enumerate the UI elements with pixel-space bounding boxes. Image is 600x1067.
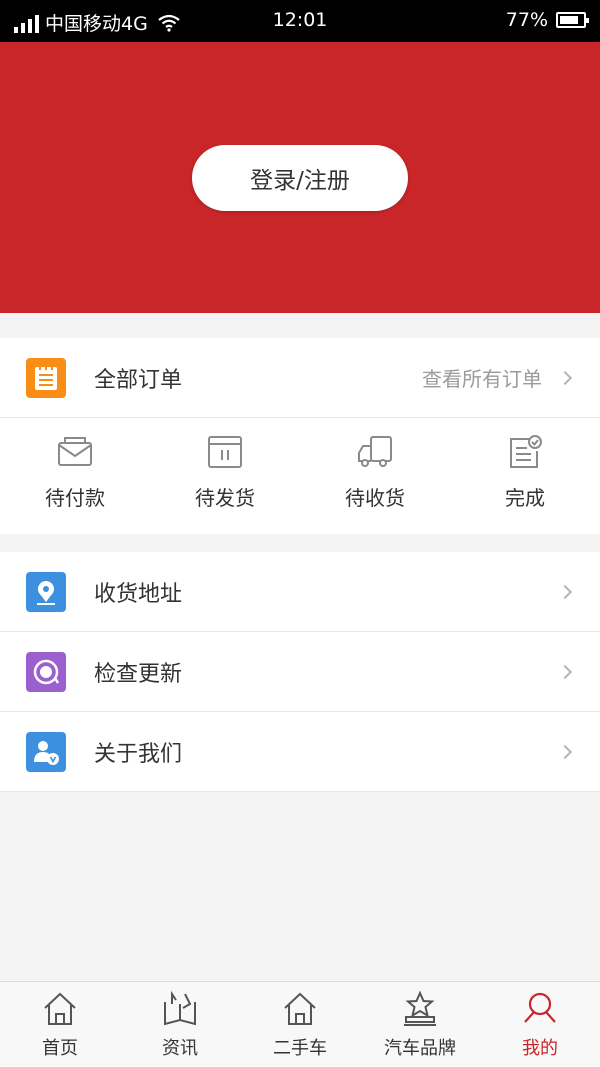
nav-item-used-car[interactable]: 二手车 bbox=[240, 982, 360, 1067]
all-orders-row[interactable]: 全部订单 查看所有订单 bbox=[0, 338, 600, 418]
profile-header: 登录/注册 bbox=[0, 42, 600, 313]
chevron-right-icon bbox=[557, 584, 573, 599]
truck-icon bbox=[358, 436, 392, 467]
bottom-nav: 首页 资讯 二手车 汽车品牌 我的 bbox=[0, 981, 600, 1067]
location-pin-icon bbox=[26, 571, 66, 612]
status-right: 77% bbox=[505, 9, 589, 31]
user-v-icon bbox=[26, 731, 66, 772]
completed-doc-icon bbox=[510, 435, 542, 468]
menu-item-address[interactable]: 收货地址 bbox=[0, 552, 600, 632]
chevron-right-icon bbox=[557, 370, 573, 385]
status-pending-shipment[interactable]: 待发货 bbox=[150, 418, 300, 533]
news-icon bbox=[164, 990, 196, 1026]
battery-icon bbox=[556, 12, 589, 28]
nav-label: 二手车 bbox=[273, 1038, 327, 1059]
brand-star-icon bbox=[404, 990, 436, 1026]
menu-item-about-us[interactable]: 关于我们 bbox=[0, 712, 600, 792]
order-list-icon bbox=[26, 357, 66, 398]
nav-label: 资讯 bbox=[162, 1038, 198, 1059]
order-status-row: 待付款 待发货 待收货 完成 bbox=[0, 418, 600, 533]
orders-card: 全部订单 查看所有订单 待付款 待发货 待收货 完成 bbox=[0, 338, 600, 534]
status-label: 待收货 bbox=[345, 486, 405, 510]
status-completed[interactable]: 完成 bbox=[450, 418, 600, 533]
nav-item-news[interactable]: 资讯 bbox=[120, 982, 240, 1067]
login-register-button[interactable]: 登录/注册 bbox=[192, 145, 408, 211]
status-label: 完成 bbox=[505, 486, 545, 510]
status-label: 待发货 bbox=[195, 486, 255, 510]
status-label: 待付款 bbox=[45, 486, 105, 510]
envelope-icon bbox=[58, 437, 92, 466]
used-car-icon bbox=[284, 992, 316, 1025]
nav-item-mine[interactable]: 我的 bbox=[480, 982, 600, 1067]
status-pending-payment[interactable]: 待付款 bbox=[0, 418, 150, 533]
nav-item-car-brands[interactable]: 汽车品牌 bbox=[360, 982, 480, 1067]
profile-icon bbox=[524, 992, 556, 1023]
status-pending-receipt[interactable]: 待收货 bbox=[300, 418, 450, 533]
chevron-right-icon bbox=[557, 664, 573, 679]
refresh-icon bbox=[26, 651, 66, 692]
box-icon bbox=[208, 436, 242, 468]
nav-label: 首页 bbox=[42, 1038, 78, 1059]
chevron-right-icon bbox=[557, 744, 573, 759]
menu-item-label: 检查更新 bbox=[94, 661, 183, 687]
nav-label: 我的 bbox=[522, 1038, 558, 1059]
status-bar: 中国移动4G 12:01 77% bbox=[0, 0, 600, 42]
menu-item-check-update[interactable]: 检查更新 bbox=[0, 632, 600, 712]
nav-item-home[interactable]: 首页 bbox=[0, 982, 120, 1067]
home-icon bbox=[44, 992, 76, 1025]
settings-menu: 收货地址 检查更新 关于我们 bbox=[0, 552, 600, 792]
all-orders-title: 全部订单 bbox=[94, 367, 183, 393]
nav-label: 汽车品牌 bbox=[384, 1038, 456, 1059]
view-all-orders-link[interactable]: 查看所有订单 bbox=[422, 363, 542, 392]
battery-percent: 77% bbox=[505, 9, 548, 31]
menu-item-label: 收货地址 bbox=[94, 581, 183, 607]
menu-item-label: 关于我们 bbox=[94, 741, 183, 767]
